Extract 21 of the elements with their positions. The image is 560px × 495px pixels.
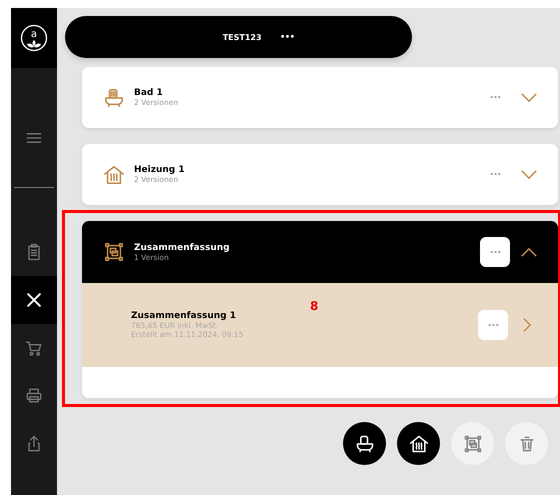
- add-button[interactable]: [397, 422, 440, 465]
- bathtub-icon: [103, 86, 125, 108]
- frame-icon: [103, 241, 125, 263]
- frame-icon: [462, 434, 482, 454]
- version-title: Zusammenfassung 1: [131, 311, 237, 321]
- project-title: TEST123: [222, 32, 262, 42]
- sidebar-item[interactable]: [11, 276, 57, 324]
- house-heat-icon: [408, 434, 428, 454]
- card-title: Zusammenfassung: [134, 242, 231, 252]
- logo-icon: a: [20, 24, 48, 52]
- annotation-number: 8: [310, 299, 318, 313]
- chevron-down-icon[interactable]: [520, 169, 538, 180]
- bathtub-icon: [354, 434, 374, 454]
- add-button[interactable]: [343, 422, 386, 465]
- card-title: Bad 1: [134, 88, 164, 98]
- more-button[interactable]: •••: [280, 32, 294, 42]
- chevron-up-icon[interactable]: [520, 246, 538, 258]
- house-heat-icon: [103, 164, 125, 186]
- chevron-right-icon[interactable]: [522, 317, 532, 333]
- card-title: Heizung 1: [134, 165, 186, 175]
- chevron-down-icon[interactable]: [520, 92, 538, 103]
